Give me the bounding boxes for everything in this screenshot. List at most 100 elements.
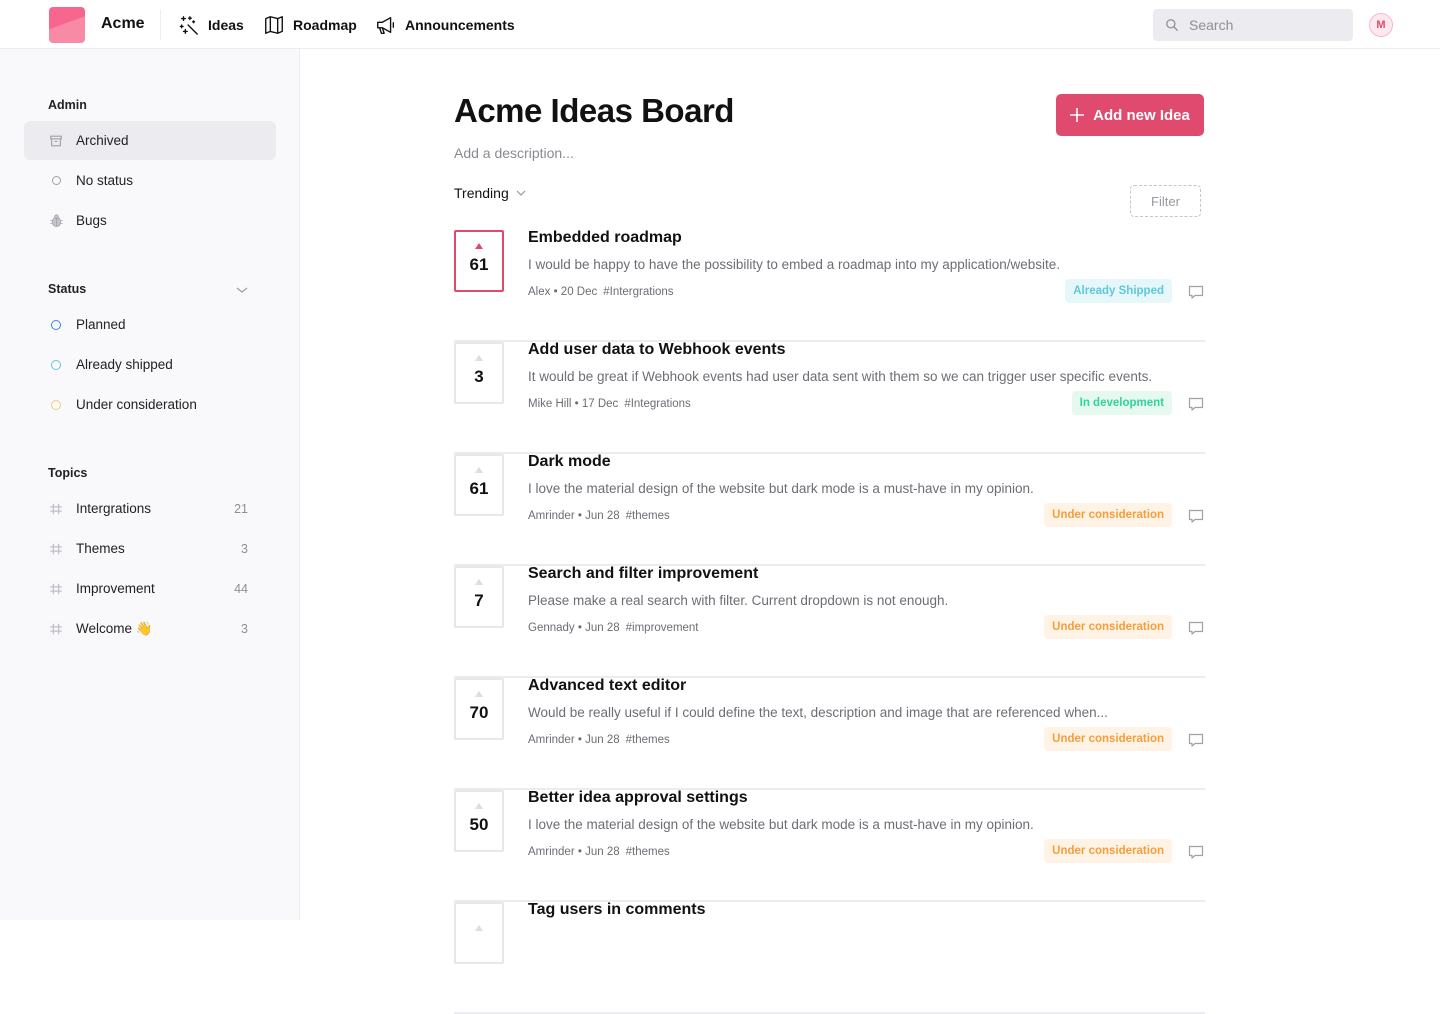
meta-separator: •	[574, 734, 586, 746]
idea-tag[interactable]: #improvement	[626, 622, 699, 634]
filter-button[interactable]: Filter	[1130, 185, 1201, 217]
idea-title[interactable]: Search and filter improvement	[528, 565, 758, 583]
sidebar-item-topic[interactable]: Improvement 44	[24, 569, 276, 608]
sidebar-item-bugs[interactable]: Bugs	[24, 201, 276, 240]
idea-title[interactable]: Embedded roadmap	[528, 229, 682, 247]
idea-date: 17 Dec	[581, 398, 619, 410]
idea-description: I love the material design of the websit…	[528, 817, 1034, 832]
add-new-idea-button[interactable]: Add new Idea	[1056, 94, 1204, 136]
idea-row[interactable]: 70 Advanced text editor Would be really us…	[454, 677, 1205, 790]
comment-icon[interactable]	[1187, 283, 1205, 301]
idea-row[interactable]: 61 Embedded roadmap I would be happy to ha…	[454, 229, 1205, 342]
nav-ideas[interactable]: Ideas	[178, 0, 244, 49]
idea-title[interactable]: Better idea approval settings	[528, 789, 748, 807]
idea-title[interactable]: Advanced text editor	[528, 677, 686, 695]
upvote-button[interactable]: 7	[454, 566, 504, 628]
hash-icon	[48, 581, 64, 597]
idea-tag[interactable]: #Intergrations	[603, 286, 673, 298]
idea-title[interactable]: Tag users in comments	[528, 901, 706, 919]
chevron-down-icon[interactable]	[234, 282, 250, 298]
top-navigation-bar: Acme Ideas Roadmap Announcements M	[0, 0, 1440, 49]
user-avatar[interactable]: M	[1369, 13, 1393, 37]
idea-row[interactable]: 61 Dark mode I love the material design of…	[454, 453, 1205, 566]
topic-count: 21	[234, 501, 248, 516]
nav-announcements[interactable]: Announcements	[375, 0, 515, 49]
idea-description: Would be really useful if I could define…	[528, 705, 1108, 720]
brand-name[interactable]: Acme	[101, 15, 145, 33]
vote-count: 61	[469, 479, 489, 498]
idea-meta: Amrinder • Jun 28 #themes	[528, 510, 670, 522]
idea-title[interactable]: Add user data to Webhook events	[528, 341, 786, 359]
idea-date: 20 Dec	[560, 286, 598, 298]
idea-description: I would be happy to have the possibility…	[528, 257, 1061, 272]
magic-wand-icon	[179, 15, 198, 35]
sidebar-item-label: Already shipped	[76, 357, 173, 372]
sidebar-item-under-consideration[interactable]: Under consideration	[24, 385, 276, 424]
bug-icon	[48, 213, 64, 229]
idea-date: Jun 28	[585, 734, 620, 746]
sidebar-item-label: Bugs	[76, 213, 107, 228]
upvote-button[interactable]	[454, 902, 504, 964]
sidebar-item-label: Under consideration	[76, 397, 197, 412]
idea-tag[interactable]: #Integrations	[624, 398, 691, 410]
status-badge: In development	[1071, 391, 1172, 415]
topics-section-title: Topics	[48, 466, 88, 480]
sidebar-item-topic[interactable]: Themes 3	[24, 529, 276, 568]
upvote-button[interactable]: 70	[454, 678, 504, 740]
brand-logo[interactable]	[49, 7, 85, 43]
meta-separator: •	[574, 846, 586, 858]
sidebar-item-archived[interactable]: Archived	[24, 121, 276, 160]
idea-row[interactable]: 7 Search and filter improvement Please mak…	[454, 565, 1205, 678]
idea-row[interactable]: 50 Better idea approval settings I love th…	[454, 789, 1205, 902]
status-badge: Under consideration	[1044, 839, 1172, 863]
idea-row[interactable]: Tag users in comments	[454, 901, 1205, 1014]
sidebar-item-planned[interactable]: Planned	[24, 305, 276, 344]
comment-icon[interactable]	[1187, 619, 1205, 637]
sidebar-item-label: Intergrations	[76, 501, 152, 516]
idea-title[interactable]: Dark mode	[528, 453, 611, 471]
idea-row[interactable]: 3 Add user data to Webhook events It would…	[454, 341, 1205, 454]
comment-icon[interactable]	[1187, 507, 1205, 525]
circle-icon	[48, 173, 64, 189]
sidebar-item-topic[interactable]: Intergrations 21	[24, 489, 276, 528]
archive-icon	[48, 133, 64, 149]
upvote-button[interactable]: 50	[454, 790, 504, 852]
sidebar-item-already-shipped[interactable]: Already shipped	[24, 345, 276, 384]
status-section-title: Status	[48, 282, 87, 296]
idea-meta: Amrinder • Jun 28 #themes	[528, 734, 670, 746]
meta-separator: •	[574, 622, 586, 634]
nav-roadmap-label: Roadmap	[293, 16, 357, 33]
idea-tag[interactable]: #themes	[626, 846, 670, 858]
chevron-down-icon	[516, 190, 526, 196]
status-badge: Under consideration	[1044, 727, 1172, 751]
description-field[interactable]: Add a description...	[454, 145, 574, 161]
search-box[interactable]	[1153, 9, 1353, 41]
upvote-button[interactable]: 61	[454, 454, 504, 516]
comment-icon[interactable]	[1187, 731, 1205, 749]
status-badge: Already Shipped	[1065, 279, 1172, 303]
status-badge: Under consideration	[1044, 615, 1172, 639]
meta-separator: •	[550, 286, 561, 298]
idea-description: Please make a real search with filter. C…	[528, 593, 949, 608]
nav-roadmap[interactable]: Roadmap	[263, 0, 357, 49]
idea-tag[interactable]: #themes	[626, 734, 670, 746]
idea-tag[interactable]: #themes	[626, 510, 670, 522]
vote-count: 3	[474, 367, 484, 386]
idea-date: Jun 28	[585, 510, 620, 522]
upvote-button[interactable]: 3	[454, 342, 504, 404]
upvote-button[interactable]: 61	[454, 230, 504, 292]
upvote-arrow-icon	[475, 803, 483, 809]
vote-count: 50	[469, 815, 489, 834]
sort-dropdown[interactable]: Trending	[454, 185, 527, 201]
nav-ideas-label: Ideas	[208, 16, 244, 33]
sidebar: Admin Archived No status Bugs Status Pla…	[0, 49, 300, 920]
search-input[interactable]	[1189, 17, 1339, 33]
upvote-arrow-icon	[475, 691, 483, 697]
comment-icon[interactable]	[1187, 395, 1205, 413]
idea-author: Amrinder	[528, 846, 575, 858]
comment-icon[interactable]	[1187, 843, 1205, 861]
sort-label: Trending	[454, 185, 509, 201]
map-icon	[265, 15, 283, 34]
sidebar-item-no-status[interactable]: No status	[24, 161, 276, 200]
sidebar-item-topic[interactable]: Welcome 👋 3	[24, 609, 276, 648]
